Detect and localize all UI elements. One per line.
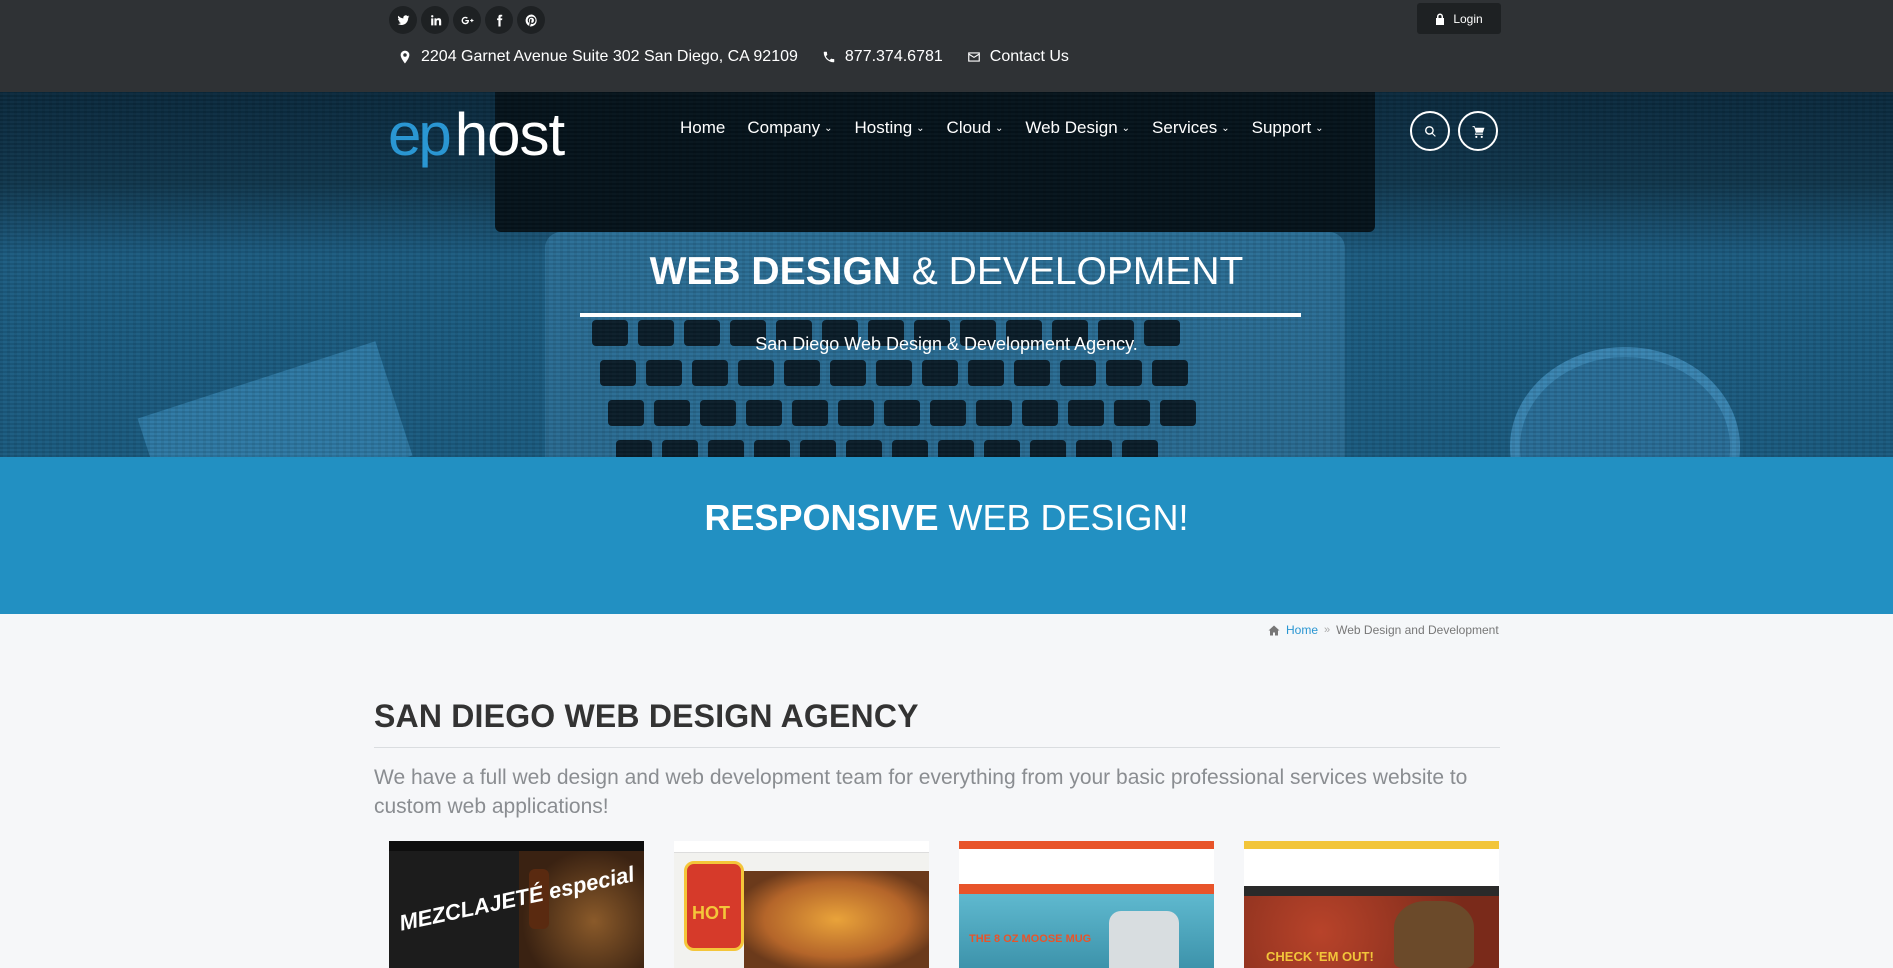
nav-support[interactable]: Support ⌄	[1252, 118, 1324, 138]
shopping-cart-icon	[1472, 125, 1484, 138]
phone-icon	[823, 51, 835, 63]
linkedin-icon[interactable]	[421, 6, 449, 34]
nav-support-label: Support	[1251, 118, 1312, 137]
band-title-bold: RESPONSIVE	[704, 497, 939, 538]
nav-company-label: Company	[747, 118, 821, 137]
nav-services[interactable]: Services ⌄	[1152, 118, 1230, 138]
thumb-3-caption: THE 8 OZ MOOSE MUG	[969, 933, 1092, 945]
login-label: Login	[1453, 11, 1483, 26]
band-title: RESPONSIVE WEB DESIGN!	[0, 497, 1893, 539]
thumb-2-caption: HOT	[692, 903, 730, 923]
thumb-2-sandwich	[744, 871, 929, 968]
contact-us-link[interactable]: Contact Us	[967, 48, 1069, 66]
nav-cloud[interactable]: Cloud ⌄	[947, 118, 1004, 138]
phone-text: 877.374.6781	[844, 48, 943, 65]
login-button[interactable]: Login	[1417, 3, 1501, 34]
chevron-down-icon: ⌄	[1221, 122, 1230, 134]
address-text: 2204 Garnet Avenue Suite 302 San Diego, …	[421, 48, 798, 65]
nav-services-label: Services	[1152, 118, 1218, 137]
chevron-down-icon: ⌄	[1121, 122, 1131, 134]
section-intro: We have a full web design and web develo…	[374, 766, 1468, 818]
hero-title-bold: WEB DESIGN	[649, 250, 901, 293]
nav-company[interactable]: Company ⌄	[747, 118, 832, 138]
portfolio-thumb-4[interactable]: CHECK 'EM OUT!	[1244, 841, 1499, 968]
thumb-1-navbar	[389, 841, 644, 851]
home-icon	[1268, 625, 1280, 635]
search-button[interactable]	[1410, 111, 1450, 151]
hero-subtitle: San Diego Web Design & Development Agenc…	[755, 334, 1138, 354]
contact-us-text: Contact Us	[989, 48, 1069, 65]
envelope-icon	[967, 52, 980, 62]
hero-title-rest: & DEVELOPMENT	[900, 250, 1244, 293]
portfolio-thumb-1[interactable]: MEZCLAJETÉ especial	[389, 841, 644, 968]
pinterest-icon[interactable]	[517, 6, 545, 34]
section-title: SAN DIEGO WEB DESIGN AGENCY	[374, 698, 919, 734]
map-marker-icon	[400, 50, 410, 64]
thumb-4-navbar	[1244, 886, 1499, 896]
hero-divider	[580, 313, 1301, 317]
phone-item[interactable]: 877.374.6781	[822, 48, 943, 66]
lock-icon	[1436, 13, 1445, 25]
chevron-down-icon: ⌄	[1315, 122, 1324, 134]
logo-host: host	[454, 101, 565, 168]
breadcrumb-current: Web Design and Development	[1336, 623, 1499, 637]
thumb-3-navbar	[959, 884, 1214, 894]
nav-home-label: Home	[680, 118, 726, 137]
breadcrumb: Home » Web Design and Development	[1268, 623, 1499, 637]
thumb-4-topbar	[1244, 841, 1499, 849]
nav-web-design[interactable]: Web Design ⌄	[1025, 118, 1130, 138]
social-links	[389, 6, 545, 34]
nav-cloud-label: Cloud	[946, 118, 991, 137]
search-icon	[1424, 125, 1436, 137]
band-title-rest: WEB DESIGN!	[938, 497, 1189, 538]
nav-web-design-label: Web Design	[1025, 118, 1118, 137]
contact-info: 2204 Garnet Avenue Suite 302 San Diego, …	[398, 48, 1093, 66]
breadcrumb-separator-icon: »	[1324, 624, 1331, 636]
chevron-down-icon: ⌄	[994, 122, 1004, 134]
nav-home[interactable]: Home	[680, 118, 725, 138]
thumb-4-gremlin	[1394, 901, 1474, 968]
twitter-icon[interactable]	[389, 6, 417, 34]
address-item: 2204 Garnet Avenue Suite 302 San Diego, …	[398, 48, 798, 66]
main-nav: Home Company ⌄ Hosting ⌄ Cloud ⌄ Web Design…	[680, 118, 1324, 138]
thumb-3-topbar	[959, 841, 1214, 849]
thumb-3-mug	[1109, 911, 1179, 968]
nav-hosting[interactable]: Hosting ⌄	[855, 118, 925, 138]
portfolio-thumb-2[interactable]: HOT	[674, 841, 929, 968]
cart-button[interactable]	[1458, 111, 1498, 151]
hero-title: WEB DESIGN & DEVELOPMENT	[0, 250, 1893, 294]
top-bar: 2204 Garnet Avenue Suite 302 San Diego, …	[0, 0, 1893, 92]
logo-ep: ep	[388, 101, 452, 168]
thumb-2-navbar	[674, 841, 929, 853]
section-divider	[374, 747, 1500, 748]
breadcrumb-home[interactable]: Home	[1286, 623, 1318, 637]
portfolio-thumb-3[interactable]: THE 8 OZ MOOSE MUG	[959, 841, 1214, 968]
facebook-icon[interactable]	[485, 6, 513, 34]
ephost-logo[interactable]: ep host	[388, 105, 565, 165]
google-plus-icon[interactable]	[453, 6, 481, 34]
chevron-down-icon: ⌄	[916, 122, 925, 134]
chevron-down-icon: ⌄	[824, 122, 833, 134]
nav-hosting-label: Hosting	[854, 118, 913, 137]
thumb-4-caption: CHECK 'EM OUT!	[1266, 949, 1374, 964]
